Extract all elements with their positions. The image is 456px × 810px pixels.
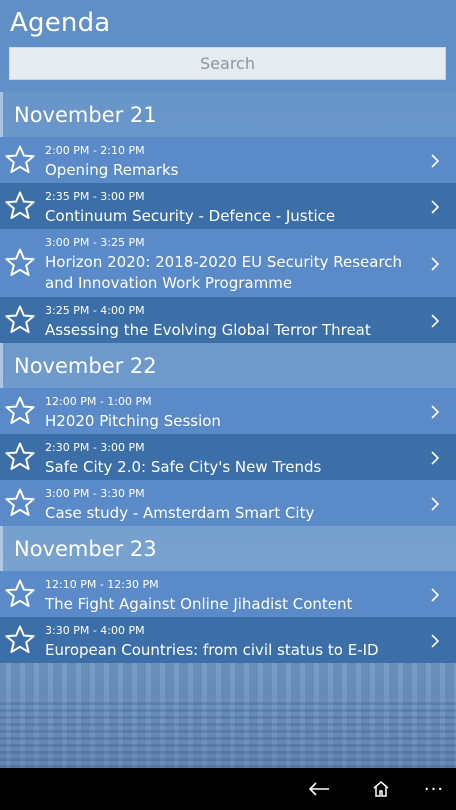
session-text: 3:00 PM - 3:25 PM Horizon 2020: 2018-2020… xyxy=(45,236,422,294)
search-input[interactable]: Search xyxy=(9,47,446,80)
agenda-app: Agenda Search November 21 2:00 PM - 2:10 … xyxy=(0,0,456,768)
session-time: 3:25 PM - 4:00 PM xyxy=(45,304,145,317)
session-row[interactable]: 3:25 PM - 4:00 PM Assessing the Evolving … xyxy=(0,297,456,343)
system-navigation-bar: ··· xyxy=(0,768,456,810)
session-row[interactable]: 3:00 PM - 3:30 PM Case study - Amsterdam … xyxy=(0,480,456,526)
session-title: Opening Remarks xyxy=(45,161,179,179)
session-time: 3:00 PM - 3:25 PM xyxy=(45,236,145,249)
session-row[interactable]: 3:30 PM - 4:00 PM European Countries: fro… xyxy=(0,617,456,663)
day-header: November 23 xyxy=(0,526,456,571)
day-header: November 21 xyxy=(0,92,456,137)
session-text: 3:00 PM - 3:30 PM Case study - Amsterdam … xyxy=(45,487,422,524)
star-outline-icon[interactable] xyxy=(4,395,36,427)
session-time: 2:30 PM - 3:00 PM xyxy=(45,441,145,454)
star-outline-icon[interactable] xyxy=(4,487,36,519)
star-outline-icon[interactable] xyxy=(4,578,36,610)
search-placeholder: Search xyxy=(200,54,255,73)
chevron-right-icon xyxy=(430,450,440,465)
session-text: 2:30 PM - 3:00 PM Safe City 2.0: Safe Cit… xyxy=(45,441,422,478)
session-text: 3:25 PM - 4:00 PM Assessing the Evolving … xyxy=(45,304,422,341)
session-title: The Fight Against Online Jihadist Conten… xyxy=(45,595,353,613)
page-title: Agenda xyxy=(10,8,111,38)
session-title: European Countries: from civil status to… xyxy=(45,641,379,659)
session-row[interactable]: 2:30 PM - 3:00 PM Safe City 2.0: Safe Cit… xyxy=(0,434,456,480)
session-row[interactable]: 3:00 PM - 3:25 PM Horizon 2020: 2018-2020… xyxy=(0,229,456,297)
home-button[interactable] xyxy=(362,768,400,810)
star-outline-icon[interactable] xyxy=(4,247,36,279)
session-row[interactable]: 12:10 PM - 12:30 PM The Fight Against Onl… xyxy=(0,571,456,617)
star-outline-icon[interactable] xyxy=(4,144,36,176)
session-time: 2:00 PM - 2:10 PM xyxy=(45,144,145,157)
session-row[interactable]: 2:35 PM - 3:00 PM Continuum Security - De… xyxy=(0,183,456,229)
chevron-right-icon xyxy=(430,199,440,214)
session-text: 12:00 PM - 1:00 PM H2020 Pitching Session xyxy=(45,395,422,432)
chevron-right-icon xyxy=(430,496,440,511)
agenda-list: November 21 2:00 PM - 2:10 PM Opening Rema… xyxy=(0,92,456,663)
session-time: 2:35 PM - 3:00 PM xyxy=(45,190,145,203)
chevron-right-icon xyxy=(430,633,440,648)
session-text: 12:10 PM - 12:30 PM The Fight Against Onl… xyxy=(45,578,422,615)
back-button[interactable] xyxy=(300,768,338,810)
session-text: 2:35 PM - 3:00 PM Continuum Security - De… xyxy=(45,190,422,227)
chevron-right-icon xyxy=(430,404,440,419)
session-row[interactable]: 2:00 PM - 2:10 PM Opening Remarks xyxy=(0,137,456,183)
home-icon xyxy=(373,781,389,797)
back-arrow-icon xyxy=(308,782,329,796)
session-title: Safe City 2.0: Safe City's New Trends xyxy=(45,458,322,476)
session-time: 12:10 PM - 12:30 PM xyxy=(45,578,159,591)
star-outline-icon[interactable] xyxy=(4,304,36,336)
chevron-right-icon xyxy=(430,256,440,271)
chevron-right-icon xyxy=(430,587,440,602)
session-time: 3:30 PM - 4:00 PM xyxy=(45,624,145,637)
session-title: Horizon 2020: 2018-2020 EU Security Rese… xyxy=(45,253,403,292)
session-text: 3:30 PM - 4:00 PM European Countries: fro… xyxy=(45,624,422,661)
session-title: Assessing the Evolving Global Terror Thr… xyxy=(45,321,371,339)
session-title: Continuum Security - Defence - Justice xyxy=(45,207,336,225)
star-outline-icon[interactable] xyxy=(4,624,36,656)
star-outline-icon[interactable] xyxy=(4,441,36,473)
day-header: November 22 xyxy=(0,343,456,388)
star-outline-icon[interactable] xyxy=(4,190,36,222)
session-title: H2020 Pitching Session xyxy=(45,412,221,430)
session-time: 3:00 PM - 3:30 PM xyxy=(45,487,145,500)
session-text: 2:00 PM - 2:10 PM Opening Remarks xyxy=(45,144,422,181)
session-row[interactable]: 12:00 PM - 1:00 PM H2020 Pitching Session xyxy=(0,388,456,434)
chevron-right-icon xyxy=(430,153,440,168)
session-title: Case study - Amsterdam Smart City xyxy=(45,504,315,522)
chevron-right-icon xyxy=(430,313,440,328)
session-time: 12:00 PM - 1:00 PM xyxy=(45,395,152,408)
more-options-button[interactable]: ··· xyxy=(418,768,450,810)
